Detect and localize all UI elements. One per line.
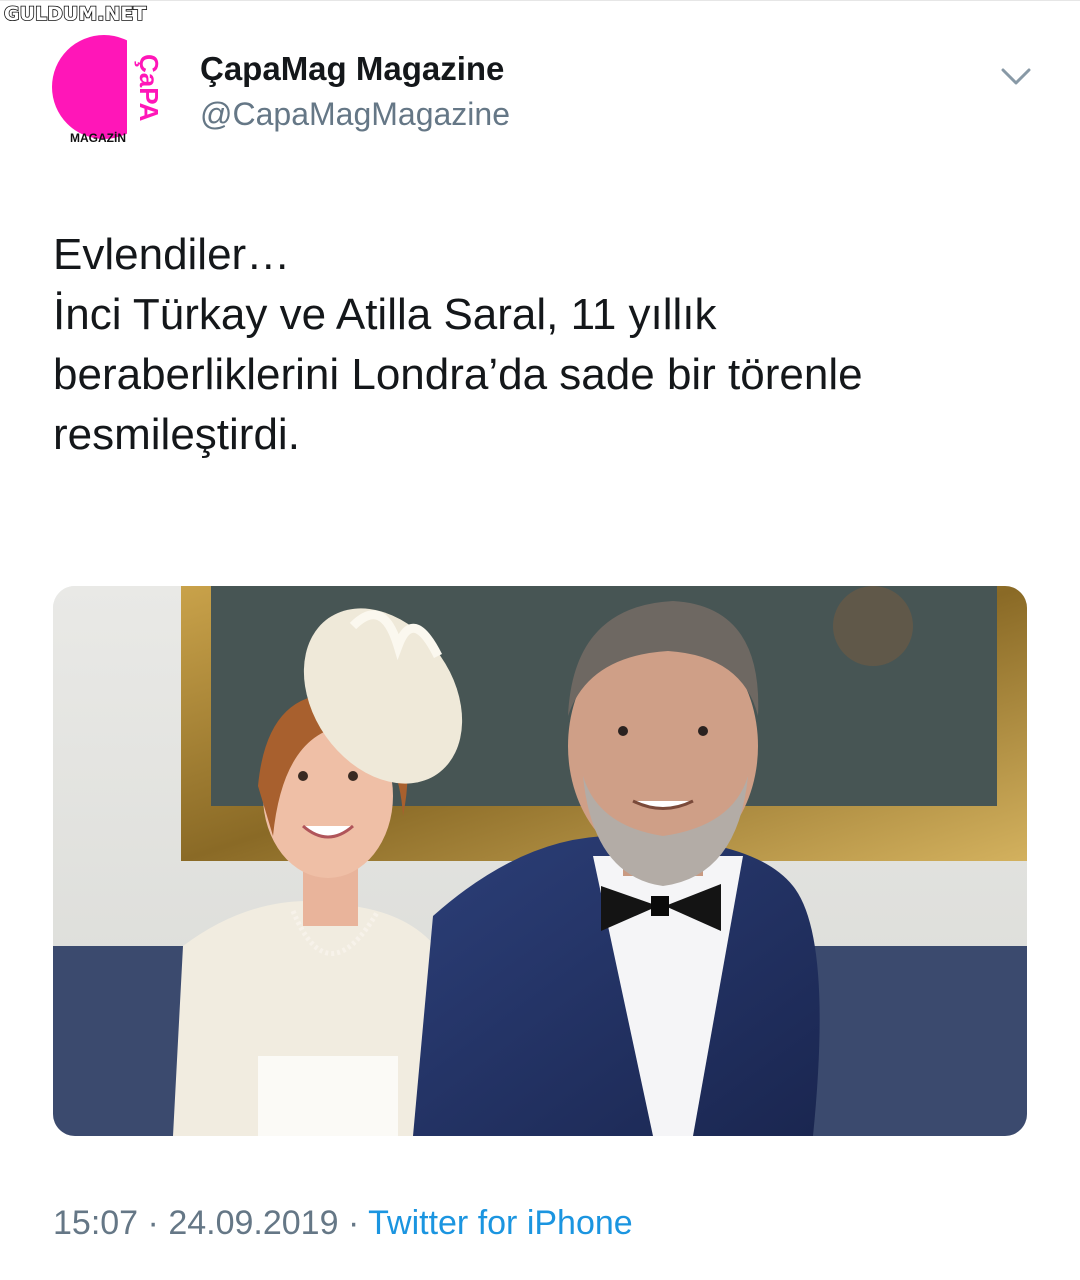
tweet-text-line: İnci Türkay ve Atilla Saral, 11 yıllık	[53, 290, 717, 339]
tweet-date[interactable]: 24.09.2019	[168, 1204, 338, 1242]
author-handle[interactable]: @CapaMagMagazine	[200, 96, 510, 133]
tweet-text-line: beraberliklerini Londra’da sade bir töre…	[53, 350, 863, 399]
tweet-text-line: Evlendiler…	[53, 230, 291, 279]
svg-text:MAGAZİN: MAGAZİN	[70, 130, 126, 142]
top-divider	[0, 0, 1080, 1]
tweet-time[interactable]: 15:07	[53, 1204, 138, 1242]
tweet-text-line: resmileştirdi.	[53, 410, 300, 459]
svg-text:ÇaPA: ÇaPA	[134, 54, 162, 122]
avatar[interactable]: ÇaPA MAGAZİN	[52, 32, 164, 145]
meta-separator: ·	[347, 1204, 360, 1242]
author-display-name[interactable]: ÇapaMag Magazine	[200, 50, 504, 88]
tweet-text: Evlendiler… İnci Türkay ve Atilla Saral,…	[53, 225, 1043, 465]
watermark-logo: GULDUM.NET	[3, 2, 147, 26]
chevron-down-icon[interactable]	[1000, 64, 1032, 88]
tweet-source-link[interactable]: Twitter for iPhone	[368, 1204, 633, 1242]
tweet-photo[interactable]	[53, 586, 1027, 1136]
tweet-meta: 15:07 · 24.09.2019 · Twitter for iPhone	[53, 1204, 633, 1243]
meta-separator: ·	[147, 1204, 159, 1242]
